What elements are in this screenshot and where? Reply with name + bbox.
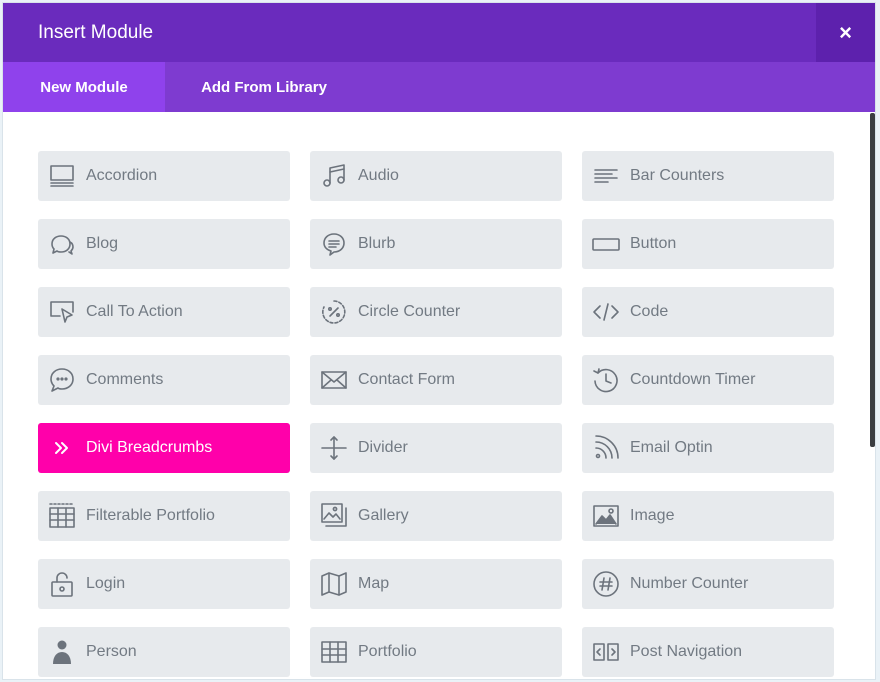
modal-title: Insert Module bbox=[38, 22, 154, 43]
comment-bubble-icon bbox=[38, 355, 86, 405]
grid-icon bbox=[310, 627, 358, 677]
module-person[interactable]: Person bbox=[38, 627, 290, 677]
module-label: Post Navigation bbox=[630, 643, 743, 660]
module-label: Blog bbox=[86, 235, 119, 252]
module-map[interactable]: Map bbox=[310, 559, 562, 609]
divider-icon bbox=[310, 423, 358, 473]
module-image[interactable]: Image bbox=[582, 491, 834, 541]
map-icon bbox=[310, 559, 358, 609]
module-label: Accordion bbox=[86, 167, 158, 184]
speech-bubbles-icon bbox=[38, 219, 86, 269]
modal-header: Insert Module × bbox=[3, 3, 875, 62]
module-button[interactable]: Button bbox=[582, 219, 834, 269]
insert-module-modal: Insert Module × New Module Add From Libr… bbox=[3, 3, 875, 679]
module-label: Divider bbox=[358, 439, 408, 456]
blurb-icon bbox=[310, 219, 358, 269]
module-label: Code bbox=[630, 303, 669, 320]
gallery-icon bbox=[310, 491, 358, 541]
module-label: Bar Counters bbox=[630, 167, 725, 184]
music-note-icon bbox=[310, 151, 358, 201]
module-divider[interactable]: Divider bbox=[310, 423, 562, 473]
module-label: Divi Breadcrumbs bbox=[86, 439, 213, 456]
module-label: Gallery bbox=[358, 507, 409, 524]
module-code[interactable]: Code bbox=[582, 287, 834, 337]
scrollbar[interactable] bbox=[870, 113, 875, 447]
filter-grid-icon bbox=[38, 491, 86, 541]
module-blog[interactable]: Blog bbox=[38, 219, 290, 269]
image-icon bbox=[582, 491, 630, 541]
module-label: Call To Action bbox=[86, 303, 183, 320]
module-label: Countdown Timer bbox=[630, 371, 756, 388]
module-label: Portfolio bbox=[358, 643, 417, 660]
module-label: Audio bbox=[358, 167, 399, 184]
rss-icon bbox=[582, 423, 630, 473]
module-label: Blurb bbox=[358, 235, 396, 252]
module-comments[interactable]: Comments bbox=[38, 355, 290, 405]
bar-counters-icon bbox=[582, 151, 630, 201]
envelope-icon bbox=[310, 355, 358, 405]
post-navigation-icon bbox=[582, 627, 630, 677]
circle-percent-icon bbox=[310, 287, 358, 337]
module-portfolio[interactable]: Portfolio bbox=[310, 627, 562, 677]
clock-icon bbox=[582, 355, 630, 405]
module-grid: Accordion Audio Bar Counters Blog Blurb Butto… bbox=[3, 112, 875, 679]
module-contact-form[interactable]: Contact Form bbox=[310, 355, 562, 405]
module-countdown-timer[interactable]: Countdown Timer bbox=[582, 355, 834, 405]
tab-bar: New Module Add From Library bbox=[3, 62, 875, 112]
module-email-optin[interactable]: Email Optin bbox=[582, 423, 834, 473]
module-label: Button bbox=[630, 235, 677, 252]
module-label: Login bbox=[86, 575, 126, 592]
module-label: Number Counter bbox=[630, 575, 749, 592]
module-blurb[interactable]: Blurb bbox=[310, 219, 562, 269]
module-label: Person bbox=[86, 643, 137, 660]
module-gallery[interactable]: Gallery bbox=[310, 491, 562, 541]
button-icon bbox=[582, 219, 630, 269]
module-label: Image bbox=[630, 507, 675, 524]
module-label: Contact Form bbox=[358, 371, 455, 388]
close-button[interactable]: × bbox=[816, 3, 875, 62]
module-login[interactable]: Login bbox=[38, 559, 290, 609]
module-label: Map bbox=[358, 575, 390, 592]
module-audio[interactable]: Audio bbox=[310, 151, 562, 201]
person-icon bbox=[38, 627, 86, 677]
module-number-counter[interactable]: Number Counter bbox=[582, 559, 834, 609]
module-label: Email Optin bbox=[630, 439, 713, 456]
accordion-icon bbox=[38, 151, 86, 201]
module-call-to-action[interactable]: Call To Action bbox=[38, 287, 290, 337]
module-filterable-portfolio[interactable]: Filterable Portfolio bbox=[38, 491, 290, 541]
module-circle-counter[interactable]: Circle Counter bbox=[310, 287, 562, 337]
module-divi-breadcrumbs[interactable]: Divi Breadcrumbs bbox=[38, 423, 290, 473]
module-label: Circle Counter bbox=[358, 303, 461, 320]
module-label: Filterable Portfolio bbox=[86, 507, 215, 524]
module-post-navigation[interactable]: Post Navigation bbox=[582, 627, 834, 677]
cursor-window-icon bbox=[38, 287, 86, 337]
lock-icon bbox=[38, 559, 86, 609]
tab-new-module[interactable]: New Module bbox=[3, 62, 165, 112]
tab-add-from-library[interactable]: Add From Library bbox=[165, 62, 363, 112]
module-bar-counters[interactable]: Bar Counters bbox=[582, 151, 834, 201]
double-chevron-icon bbox=[38, 423, 86, 473]
module-accordion[interactable]: Accordion bbox=[38, 151, 290, 201]
module-label: Comments bbox=[86, 371, 164, 388]
code-icon bbox=[582, 287, 630, 337]
hash-icon bbox=[582, 559, 630, 609]
